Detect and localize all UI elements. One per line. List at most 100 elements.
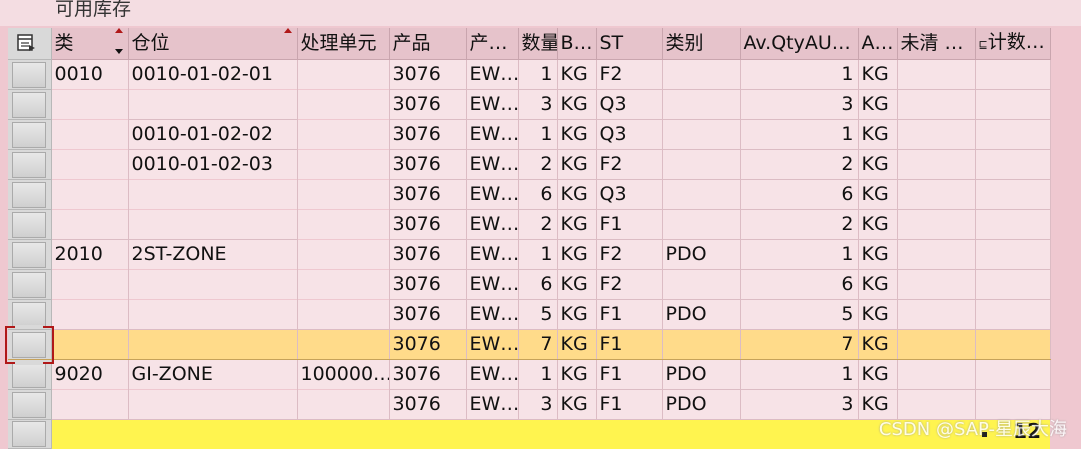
- cell-product[interactable]: 3076: [389, 359, 467, 390]
- cell-product[interactable]: 3076: [389, 89, 467, 120]
- row-selector[interactable]: [8, 359, 52, 390]
- cell-storage-type[interactable]: [51, 269, 129, 300]
- cell-count[interactable]: [975, 119, 1051, 150]
- cell-base-unit[interactable]: KG: [557, 149, 597, 180]
- cell-handling-unit[interactable]: [297, 179, 390, 210]
- cell-product-desc[interactable]: EW…: [466, 329, 519, 360]
- cell-count[interactable]: [975, 329, 1051, 360]
- cell-quantity[interactable]: 6: [518, 269, 558, 300]
- cell-storage-type[interactable]: [51, 179, 129, 210]
- cell-product[interactable]: 3076: [389, 59, 467, 90]
- cell-quantity[interactable]: 2: [518, 149, 558, 180]
- cell-alt-unit[interactable]: KG: [858, 269, 898, 300]
- cell-base-unit[interactable]: KG: [557, 59, 597, 90]
- cell-bin[interactable]: 0010-01-02-02: [128, 119, 298, 150]
- cell-avail-qty[interactable]: 1: [740, 239, 859, 270]
- cell-count[interactable]: [975, 179, 1051, 210]
- cell-open[interactable]: [897, 299, 976, 330]
- row-selector[interactable]: [8, 239, 52, 270]
- cell-alt-unit[interactable]: KG: [858, 179, 898, 210]
- cell-storage-type[interactable]: [51, 149, 129, 180]
- cell-stock-type[interactable]: F1: [596, 209, 663, 240]
- col-header-avail-qty[interactable]: Av.QtyAU…: [740, 28, 859, 60]
- cell-storage-type[interactable]: 9020: [51, 359, 129, 390]
- cell-bin[interactable]: [128, 269, 298, 300]
- cell-handling-unit[interactable]: [297, 119, 390, 150]
- row-selector[interactable]: [8, 329, 52, 360]
- cell-handling-unit[interactable]: 100000…: [297, 359, 390, 390]
- cell-product[interactable]: 3076: [389, 119, 467, 150]
- col-header-product-desc[interactable]: 产…: [466, 28, 519, 60]
- cell-stock-type[interactable]: F2: [596, 149, 663, 180]
- cell-category[interactable]: [662, 89, 741, 120]
- cell-category[interactable]: [662, 59, 741, 90]
- cell-handling-unit[interactable]: [297, 269, 390, 300]
- cell-storage-type[interactable]: [51, 299, 129, 330]
- cell-open[interactable]: [897, 269, 976, 300]
- table-row[interactable]: 0010 0010-01-02-01 3076 EW… 1 KG F2 1 KG: [8, 59, 1051, 90]
- cell-storage-type[interactable]: 2010: [51, 239, 129, 270]
- table-row[interactable]: 3076 EW… 3 KG Q3 3 KG: [8, 89, 1051, 120]
- layout-menu-button[interactable]: [8, 28, 52, 60]
- cell-bin[interactable]: [128, 89, 298, 120]
- cell-avail-qty[interactable]: 3: [740, 89, 859, 120]
- cell-product-desc[interactable]: EW…: [466, 389, 519, 420]
- cell-stock-type[interactable]: Q3: [596, 89, 663, 120]
- col-header-handling-unit[interactable]: 处理单元: [297, 28, 390, 60]
- cell-category[interactable]: [662, 329, 741, 360]
- cell-quantity[interactable]: 2: [518, 209, 558, 240]
- cell-base-unit[interactable]: KG: [557, 329, 597, 360]
- row-selector[interactable]: [8, 269, 52, 300]
- cell-handling-unit[interactable]: [297, 329, 390, 360]
- table-row[interactable]: 2010 2ST-ZONE 3076 EW… 1 KG F2 PDO 1 KG: [8, 239, 1051, 270]
- cell-product-desc[interactable]: EW…: [466, 59, 519, 90]
- cell-alt-unit[interactable]: KG: [858, 299, 898, 330]
- cell-count[interactable]: [975, 89, 1051, 120]
- cell-open[interactable]: [897, 209, 976, 240]
- cell-quantity[interactable]: 1: [518, 239, 558, 270]
- cell-bin[interactable]: [128, 329, 298, 360]
- cell-quantity[interactable]: 5: [518, 299, 558, 330]
- table-row[interactable]: 3076 EW… 5 KG F1 PDO 5 KG: [8, 299, 1051, 330]
- table-row[interactable]: 3076 EW… 2 KG F1 2 KG: [8, 209, 1051, 240]
- cell-open[interactable]: [897, 149, 976, 180]
- cell-bin[interactable]: [128, 299, 298, 330]
- col-header-open[interactable]: 未清 …: [897, 28, 976, 60]
- cell-avail-qty[interactable]: 2: [740, 209, 859, 240]
- col-header-quantity[interactable]: 数量: [518, 28, 558, 60]
- col-header-count[interactable]: ⊑计数…: [975, 28, 1051, 60]
- cell-category[interactable]: [662, 149, 741, 180]
- cell-quantity[interactable]: 3: [518, 389, 558, 420]
- row-selector[interactable]: [8, 419, 52, 449]
- row-selector[interactable]: [8, 299, 52, 330]
- cell-quantity[interactable]: 3: [518, 89, 558, 120]
- row-selector[interactable]: [8, 89, 52, 120]
- table-row[interactable]: 3076 EW… 6 KG Q3 6 KG: [8, 179, 1051, 210]
- col-header-storage-type[interactable]: 类: [51, 28, 129, 60]
- cell-open[interactable]: [897, 329, 976, 360]
- table-row[interactable]: 0010-01-02-03 3076 EW… 2 KG F2 2 KG: [8, 149, 1051, 180]
- cell-alt-unit[interactable]: KG: [858, 329, 898, 360]
- cell-bin[interactable]: 0010-01-02-03: [128, 149, 298, 180]
- col-header-base-unit[interactable]: B…: [557, 28, 597, 60]
- cell-base-unit[interactable]: KG: [557, 359, 597, 390]
- col-header-alt-unit[interactable]: A…: [858, 28, 898, 60]
- cell-handling-unit[interactable]: [297, 89, 390, 120]
- cell-product-desc[interactable]: EW…: [466, 149, 519, 180]
- cell-product-desc[interactable]: EW…: [466, 119, 519, 150]
- cell-handling-unit[interactable]: [297, 389, 390, 420]
- cell-avail-qty[interactable]: 1: [740, 119, 859, 150]
- cell-product[interactable]: 3076: [389, 239, 467, 270]
- cell-product-desc[interactable]: EW…: [466, 179, 519, 210]
- cell-alt-unit[interactable]: KG: [858, 89, 898, 120]
- cell-product[interactable]: 3076: [389, 179, 467, 210]
- col-header-category[interactable]: 类别: [662, 28, 741, 60]
- cell-product[interactable]: 3076: [389, 269, 467, 300]
- cell-product-desc[interactable]: EW…: [466, 209, 519, 240]
- cell-alt-unit[interactable]: KG: [858, 119, 898, 150]
- cell-category[interactable]: PDO: [662, 359, 741, 390]
- cell-stock-type[interactable]: F2: [596, 59, 663, 90]
- cell-product[interactable]: 3076: [389, 149, 467, 180]
- table-row[interactable]: 0010-01-02-02 3076 EW… 1 KG Q3 1 KG: [8, 119, 1051, 150]
- cell-bin[interactable]: GI-ZONE: [128, 359, 298, 390]
